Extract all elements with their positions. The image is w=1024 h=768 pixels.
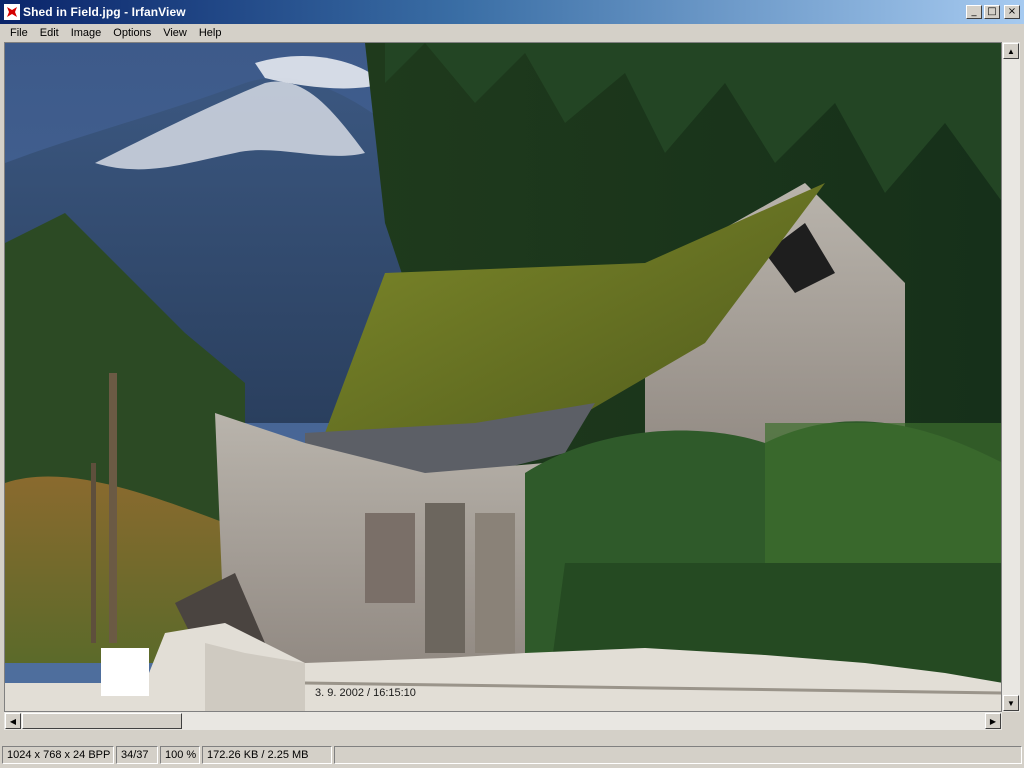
photo-shed-in-field: 3. 9. 2002 / 16:15:10	[5, 43, 1001, 711]
arrow-down-icon: ▼	[1007, 698, 1015, 708]
arrow-right-icon: ▶	[989, 716, 997, 726]
close-button[interactable]: ×	[1004, 5, 1020, 19]
menu-edit[interactable]: Edit	[34, 27, 65, 39]
status-dimensions: 1024 x 768 x 24 BPP	[2, 746, 114, 764]
scroll-right-button[interactable]: ▶	[985, 713, 1001, 729]
minimize-button[interactable]: _	[966, 5, 982, 19]
status-file-size: 172.26 KB / 2.25 MB	[202, 746, 332, 764]
window-title: Shed in Field.jpg - IrfanView	[23, 5, 186, 19]
horizontal-scrollbar[interactable]: ◀ ▶	[4, 712, 1002, 730]
menu-help[interactable]: Help	[193, 27, 228, 39]
arrow-left-icon: ◀	[9, 716, 17, 726]
menu-view[interactable]: View	[157, 27, 193, 39]
scroll-left-button[interactable]: ◀	[5, 713, 21, 729]
irfanview-app-icon[interactable]	[4, 4, 20, 20]
image-date-overlay: 3. 9. 2002 / 16:15:10	[315, 687, 416, 699]
close-icon: ×	[1007, 6, 1017, 17]
menu-bar: File Edit Image Options View Help	[0, 24, 1024, 42]
menu-options[interactable]: Options	[107, 27, 157, 39]
status-extra	[334, 746, 1022, 764]
arrow-up-icon: ▲	[1007, 46, 1015, 56]
minimize-icon: _	[971, 6, 977, 17]
maximize-icon: □	[987, 6, 997, 17]
maximize-button[interactable]: □	[984, 5, 1000, 19]
vertical-scrollbar[interactable]: ▲ ▼	[1002, 42, 1020, 712]
status-bar: 1024 x 768 x 24 BPP 34/37 100 % 172.26 K…	[0, 744, 1024, 766]
menu-file[interactable]: File	[4, 27, 34, 39]
horizontal-scroll-thumb[interactable]	[22, 713, 182, 729]
title-bar[interactable]: Shed in Field.jpg - IrfanView _ □ ×	[0, 0, 1024, 24]
scroll-down-button[interactable]: ▼	[1003, 695, 1019, 711]
menu-image[interactable]: Image	[65, 27, 108, 39]
image-viewport[interactable]: 3. 9. 2002 / 16:15:10	[4, 42, 1002, 712]
status-file-index: 34/37	[116, 746, 158, 764]
status-zoom: 100 %	[160, 746, 200, 764]
scroll-up-button[interactable]: ▲	[1003, 43, 1019, 59]
